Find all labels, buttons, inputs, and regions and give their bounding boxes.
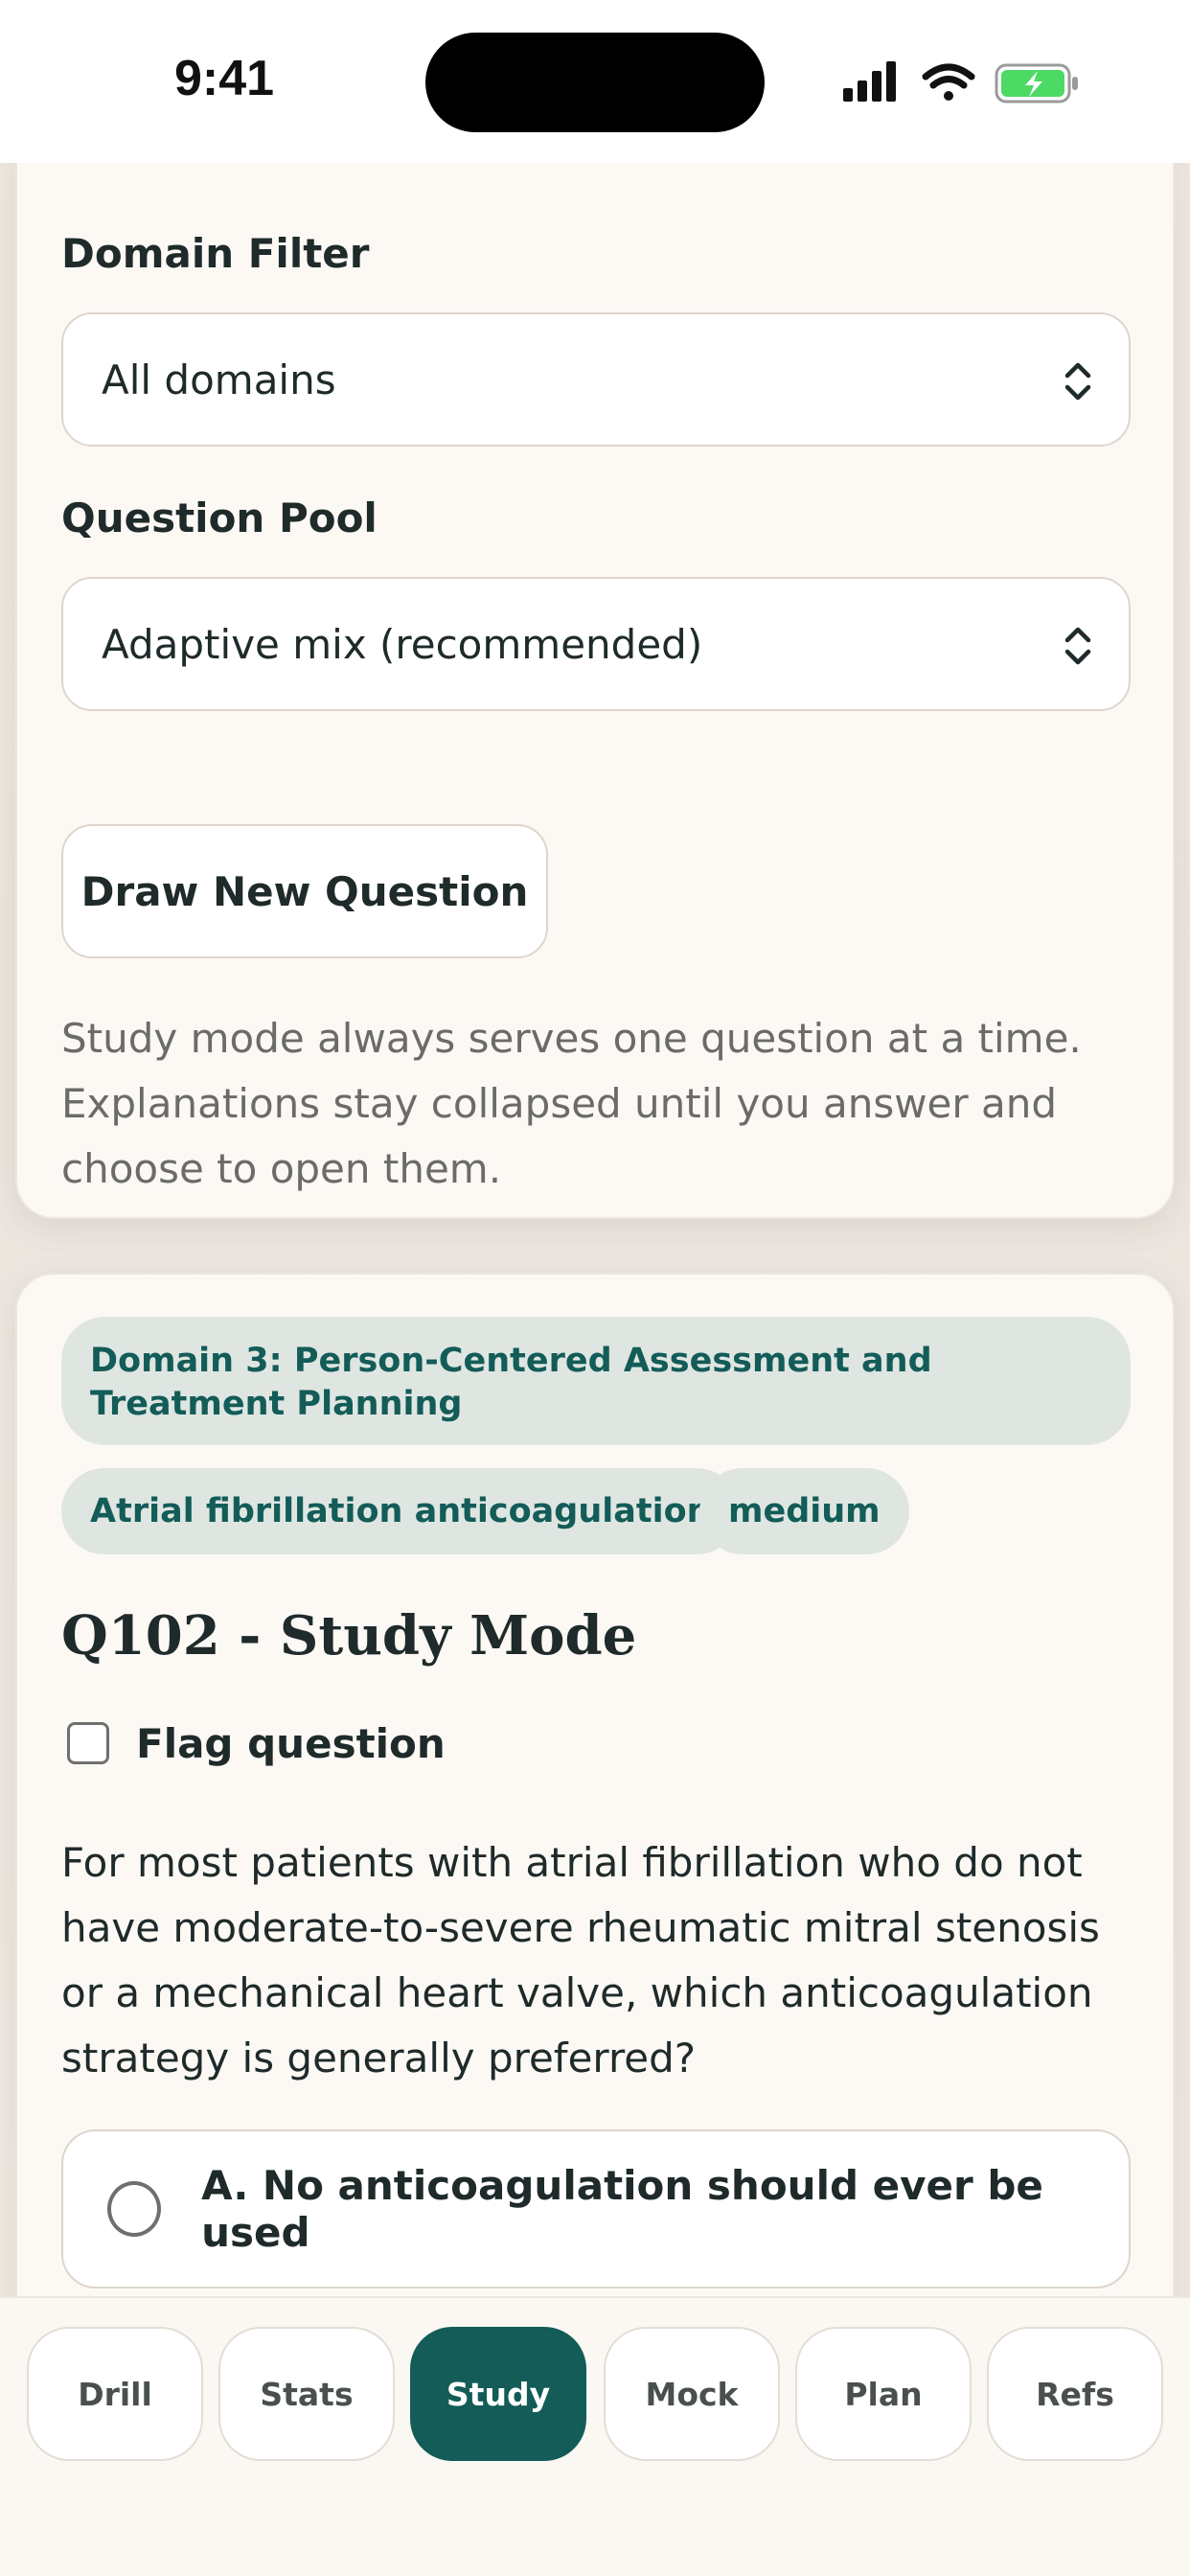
- tab-refs[interactable]: Refs: [987, 2327, 1163, 2461]
- status-bar: 9:41: [0, 0, 1190, 163]
- draw-new-question-button[interactable]: Draw New Question: [61, 824, 548, 958]
- tab-drill[interactable]: Drill: [27, 2327, 203, 2461]
- signal-icon: [843, 61, 896, 102]
- screen: 9:41 Domain Filter All domains Question …: [0, 0, 1190, 2576]
- dynamic-island: [425, 33, 765, 132]
- question-pool-value: Adaptive mix (recommended): [102, 621, 703, 668]
- flag-question-label: Flag question: [136, 1719, 446, 1767]
- tab-stats[interactable]: Stats: [218, 2327, 395, 2461]
- question-stem: For most patients with atrial fibrillati…: [61, 1839, 1100, 2082]
- domain-chip: Domain 3: Person-Centered Assessment and…: [61, 1317, 1131, 1445]
- difficulty-chip: medium: [699, 1468, 909, 1554]
- status-icons: [843, 59, 1083, 107]
- domain-filter-value: All domains: [102, 356, 336, 403]
- question-pool-label: Question Pool: [61, 494, 378, 541]
- question-title: Q102 - Study Mode: [61, 1604, 637, 1668]
- tab-mock[interactable]: Mock: [604, 2327, 780, 2461]
- study-mode-hint: Study mode always serves one question at…: [61, 1015, 1082, 1192]
- battery-charging-icon: [995, 63, 1078, 104]
- domain-filter-select[interactable]: All domains: [61, 312, 1131, 447]
- topic-chip: Atrial fibrillation anticoagulation: [61, 1468, 740, 1554]
- filters-card: Domain Filter All domains Question Pool …: [15, 163, 1175, 1219]
- bottom-tab-bar: Drill Stats Study Mock Plan Refs: [0, 2296, 1190, 2576]
- flag-question-toggle[interactable]: Flag question: [61, 1710, 446, 1777]
- tab-study[interactable]: Study: [410, 2327, 586, 2461]
- answer-option-label: A. No anticoagulation should ever be use…: [201, 2162, 1043, 2256]
- answer-option-a[interactable]: A. No anticoagulation should ever be use…: [61, 2129, 1131, 2288]
- radio-button[interactable]: [107, 2181, 162, 2237]
- tab-plan[interactable]: Plan: [795, 2327, 972, 2461]
- chevron-updown-icon: [1064, 627, 1091, 665]
- wifi-icon: [922, 63, 975, 101]
- question-card: Domain 3: Person-Centered Assessment and…: [15, 1273, 1175, 2296]
- status-time: 9:41: [174, 51, 275, 106]
- content-scroll[interactable]: Domain Filter All domains Question Pool …: [0, 163, 1190, 2296]
- chevron-updown-icon: [1064, 362, 1091, 401]
- flag-checkbox[interactable]: [67, 1722, 109, 1764]
- question-pool-select[interactable]: Adaptive mix (recommended): [61, 577, 1131, 711]
- domain-filter-label: Domain Filter: [61, 230, 370, 277]
